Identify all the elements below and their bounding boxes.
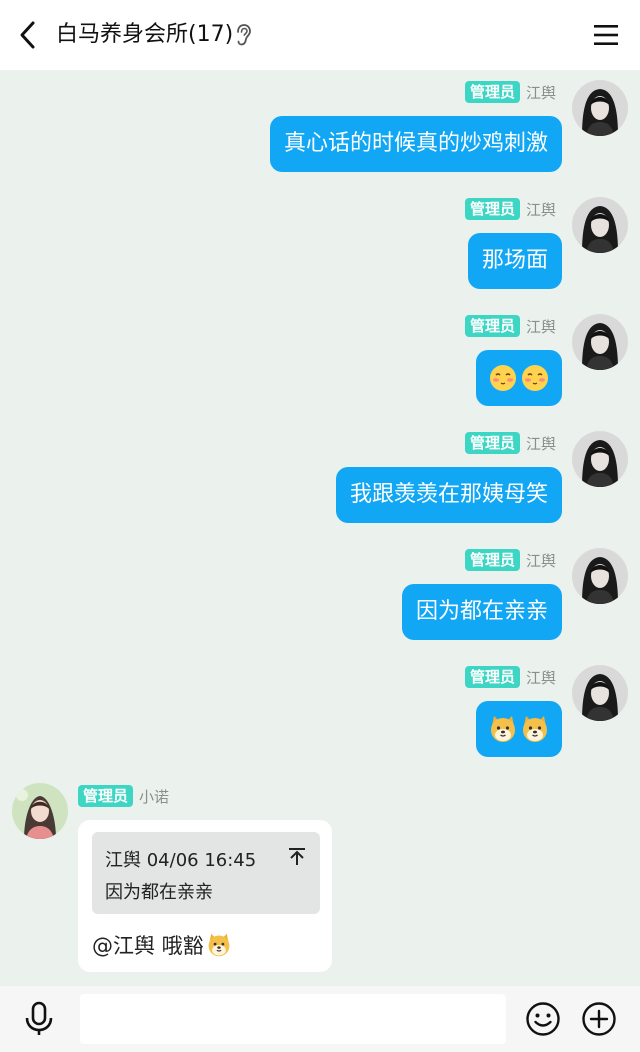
chat-title: 白马养身会所(17) — [56, 22, 234, 47]
emoji-icon[interactable] — [525, 1001, 561, 1037]
sender-name[interactable]: 江舆 — [526, 82, 556, 103]
top-bar: 白马养身会所(17) — [0, 0, 640, 70]
sender-meta: 管理员 江舆 — [464, 197, 556, 221]
reply-message-bubble[interactable]: 江舆 04/06 16:45 因为都在亲亲 @江舆 哦豁 — [78, 820, 332, 972]
sender-name[interactable]: 江舆 — [526, 550, 556, 571]
sender-name[interactable]: 江舆 — [526, 316, 556, 337]
admin-badge: 管理员 — [464, 198, 520, 220]
quote-text: 因为都在亲亲 — [105, 882, 213, 903]
reply-text-line: @江舆 哦豁 — [92, 930, 232, 960]
message-bubble[interactable]: 因为都在亲亲 — [401, 584, 562, 640]
doge-emoji-icon — [523, 716, 547, 742]
sender-name[interactable]: 江舆 — [526, 667, 556, 688]
avatar[interactable] — [572, 548, 628, 604]
sender-meta: 管理员 小诺 — [78, 784, 169, 808]
doge-emoji-icon — [491, 716, 515, 742]
admin-badge: 管理员 — [464, 432, 520, 454]
avatar[interactable] — [572, 431, 628, 487]
admin-badge: 管理员 — [464, 549, 520, 571]
avatar[interactable] — [572, 665, 628, 721]
avatar[interactable] — [572, 80, 628, 136]
menu-icon[interactable] — [592, 21, 620, 49]
sender-meta: 管理员 江舆 — [464, 665, 556, 689]
admin-badge: 管理员 — [464, 315, 520, 337]
sender-meta: 管理员 江舆 — [464, 314, 556, 338]
admin-badge: 管理员 — [464, 666, 520, 688]
avatar[interactable] — [572, 314, 628, 370]
plus-icon[interactable] — [581, 1001, 617, 1037]
quoted-message[interactable]: 江舆 04/06 16:45 因为都在亲亲 — [92, 832, 320, 914]
reply-text: @江舆 哦豁 — [92, 934, 204, 958]
message-bubble[interactable] — [476, 701, 562, 757]
chevron-left-icon — [20, 21, 35, 49]
sender-meta: 管理员 江舆 — [464, 548, 556, 572]
blush-emoji-icon — [490, 365, 516, 391]
input-bar — [0, 986, 640, 1052]
message-input[interactable] — [80, 994, 506, 1044]
avatar[interactable] — [572, 197, 628, 253]
message-bubble[interactable] — [476, 350, 562, 406]
ear-icon[interactable] — [233, 23, 253, 47]
admin-badge: 管理员 — [464, 81, 520, 103]
sender-name[interactable]: 江舆 — [526, 433, 556, 454]
sender-meta: 管理员 江舆 — [464, 80, 556, 104]
message-bubble[interactable]: 我跟羡羡在那姨母笑 — [335, 467, 562, 523]
microphone-icon[interactable] — [22, 1001, 56, 1037]
message-bubble[interactable]: 真心话的时候真的炒鸡刺激 — [269, 116, 562, 172]
jump-to-quote-icon[interactable] — [288, 846, 306, 866]
blush-emoji-icon — [522, 365, 548, 391]
sender-meta: 管理员 江舆 — [464, 431, 556, 455]
admin-badge: 管理员 — [78, 785, 134, 807]
back-button[interactable] — [10, 17, 46, 53]
message-bubble[interactable]: 那场面 — [467, 233, 562, 289]
doge-emoji-icon — [208, 933, 230, 957]
avatar[interactable] — [12, 783, 68, 839]
quote-header: 江舆 04/06 16:45 — [105, 850, 257, 871]
sender-name[interactable]: 小诺 — [139, 786, 169, 807]
sender-name[interactable]: 江舆 — [526, 199, 556, 220]
